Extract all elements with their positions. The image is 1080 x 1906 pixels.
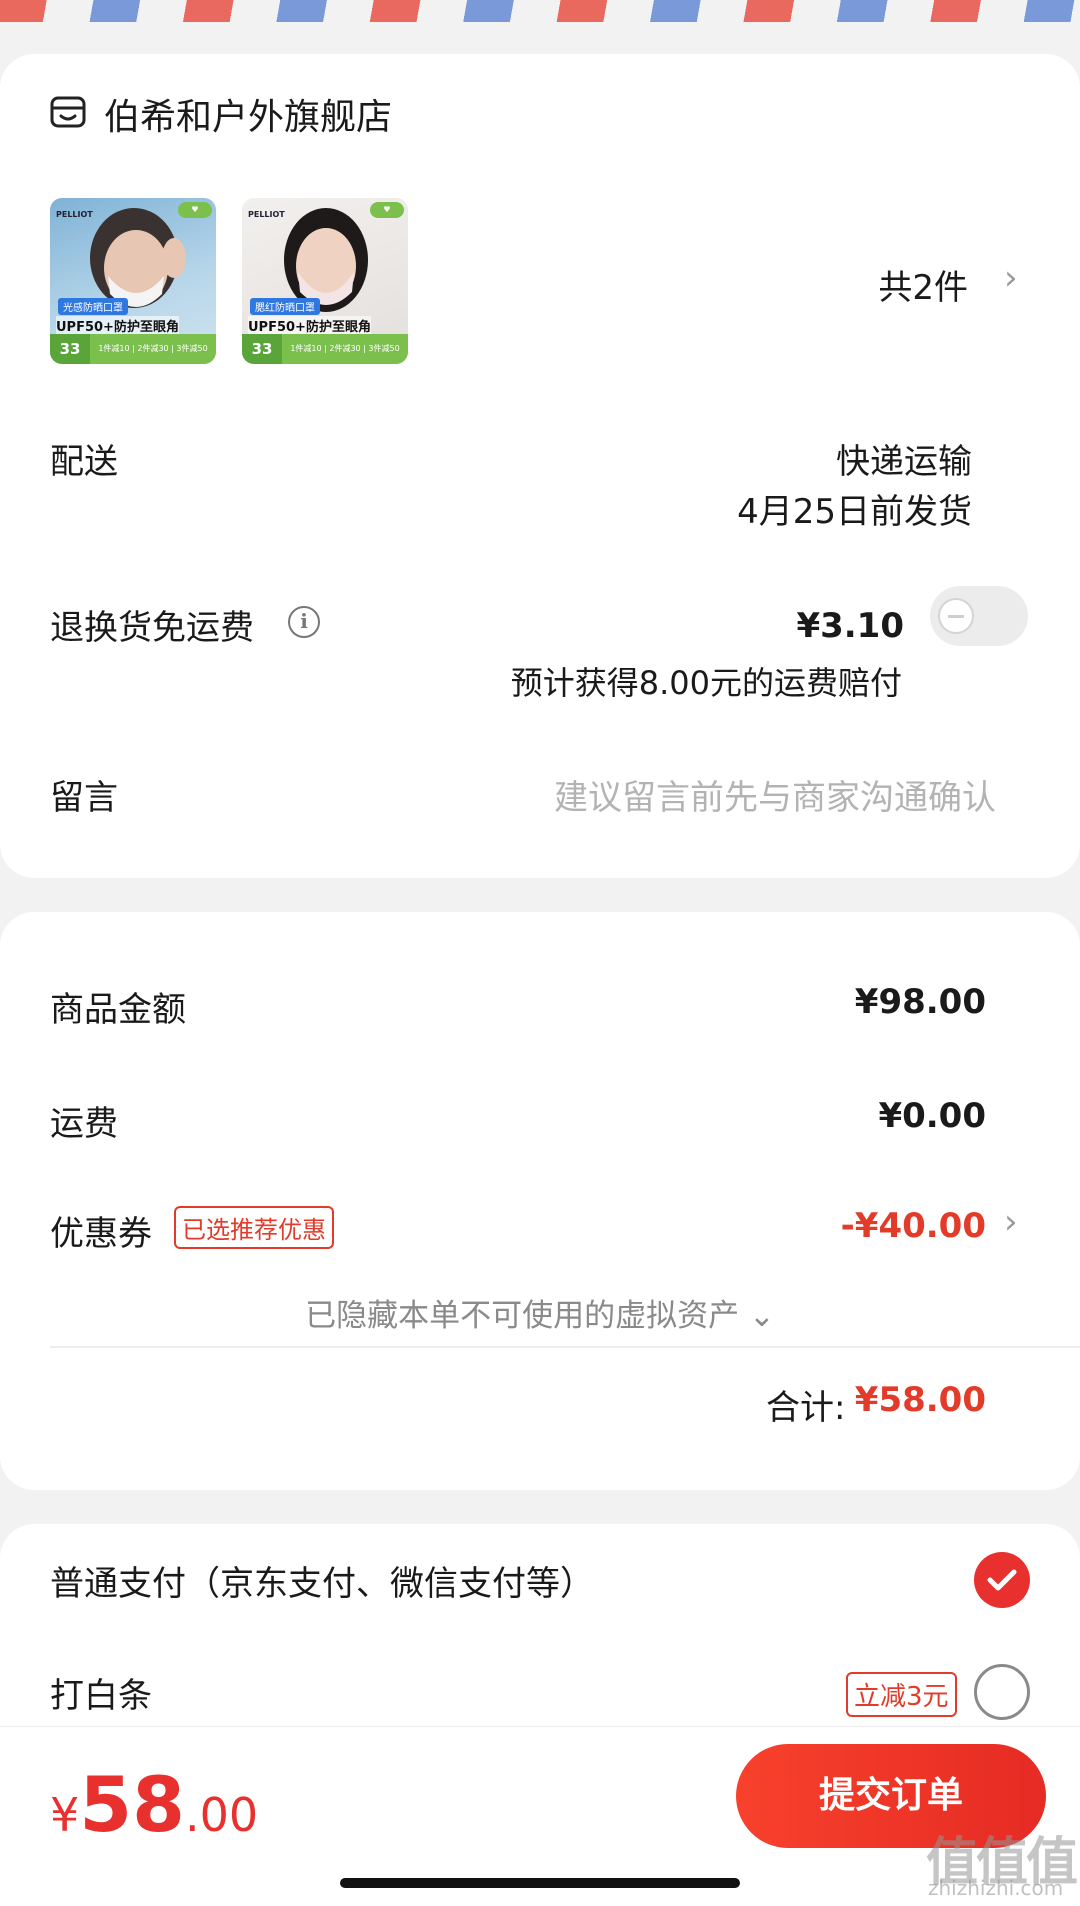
- message-input[interactable]: 建议留言前先与商家沟通确认: [554, 770, 996, 819]
- shipping-label: 运费: [50, 1104, 118, 1144]
- instant-discount-badge: 立减3元: [846, 1672, 957, 1717]
- product-badge: ♥: [178, 202, 212, 218]
- home-indicator[interactable]: [340, 1878, 740, 1888]
- watermark-url: zhizhizhi.com: [928, 1876, 1064, 1900]
- checkbox-checked-icon[interactable]: [974, 1552, 1030, 1608]
- brand-logo: PELLIOT: [248, 210, 285, 219]
- return-shipping-toggle[interactable]: [930, 586, 1028, 646]
- coupon-badge: 已选推荐优惠: [174, 1206, 334, 1249]
- goods-amount-label: 商品金额: [50, 990, 186, 1030]
- product-tag: 光感防晒口罩: [58, 298, 128, 315]
- coupon-value[interactable]: -¥40.00: [841, 1206, 986, 1246]
- store-name[interactable]: 伯希和户外旗舰店: [104, 88, 392, 140]
- item-count-label: 共2件: [878, 268, 968, 308]
- payment-normal-label[interactable]: 普通支付（京东支付、微信支付等）: [50, 1556, 594, 1605]
- checkbox-unchecked-icon[interactable]: [974, 1664, 1030, 1720]
- delivery-label: 配送: [50, 442, 118, 482]
- product-tag: 腮红防晒口罩: [250, 298, 320, 315]
- store-card: 伯希和户外旗舰店 PELLIOT ♥ 光感防晒口罩 UPF50+防护至眼角 33…: [0, 54, 1080, 878]
- chevron-right-icon[interactable]: ›: [1004, 1202, 1018, 1242]
- product-badge: ♥: [370, 202, 404, 218]
- product-promo: 1件减10 | 2件减30 | 3件减50: [90, 334, 216, 364]
- hidden-assets-toggle[interactable]: 已隐藏本单不可使用的虚拟资产 ⌄: [0, 1290, 1080, 1335]
- return-shipping-note: 预计获得8.00元的运费赔付: [510, 664, 902, 702]
- toggle-knob: [938, 598, 974, 634]
- chevron-right-icon[interactable]: ›: [1004, 258, 1018, 298]
- product-thumbnail[interactable]: PELLIOT ♥ 光感防晒口罩 UPF50+防护至眼角 33 1件减10 | …: [50, 198, 216, 364]
- divider: [50, 1346, 1080, 1348]
- footer-total-dec: .00: [185, 1788, 259, 1842]
- return-shipping-label: 退换货免运费: [50, 608, 254, 648]
- product-price: 33: [50, 334, 90, 364]
- store-icon: [50, 94, 86, 130]
- coupon-label: 优惠券: [50, 1214, 152, 1254]
- product-headline: UPF50+防护至眼角: [56, 316, 179, 335]
- message-label: 留言: [50, 778, 118, 818]
- product-thumbnail[interactable]: PELLIOT ♥ 腮红防晒口罩 UPF50+防护至眼角 33 1件减10 | …: [242, 198, 408, 364]
- total-label: 合计:: [766, 1388, 846, 1428]
- footer-total-int: 58: [79, 1760, 186, 1849]
- brand-logo: PELLIOT: [56, 210, 93, 219]
- delivery-method[interactable]: 快递运输: [836, 434, 972, 483]
- delivery-date: 4月25日前发货: [737, 492, 972, 532]
- product-headline: UPF50+防护至眼角: [248, 316, 371, 335]
- total-value: ¥58.00: [854, 1380, 986, 1420]
- return-shipping-price: ¥3.10: [796, 606, 904, 646]
- airmail-stripe: [0, 0, 1080, 22]
- payment-baitiao-label[interactable]: 打白条: [50, 1668, 152, 1717]
- footer-total: ¥58.00: [50, 1760, 258, 1849]
- footer-currency: ¥: [50, 1788, 80, 1842]
- product-price: 33: [242, 334, 282, 364]
- item-count[interactable]: 共2件: [878, 260, 968, 309]
- shipping-value: ¥0.00: [878, 1096, 986, 1136]
- info-icon[interactable]: i: [288, 606, 320, 638]
- product-promo: 1件减10 | 2件减30 | 3件减50: [282, 334, 408, 364]
- goods-amount-value: ¥98.00: [854, 982, 986, 1022]
